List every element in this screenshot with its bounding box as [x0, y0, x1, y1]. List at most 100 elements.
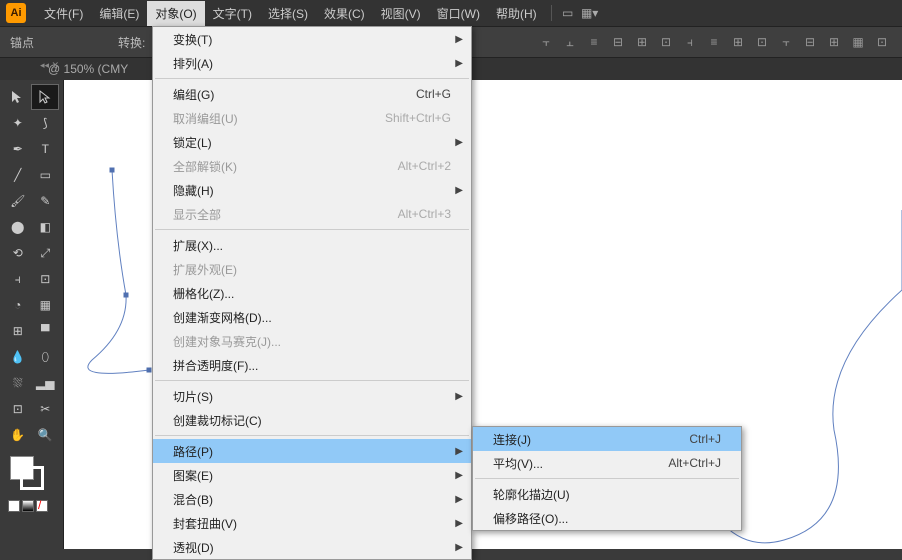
- menu-item[interactable]: 编辑(E): [91, 1, 147, 26]
- menu-item[interactable]: 创建渐变网格(D)...: [153, 305, 471, 329]
- menu-item[interactable]: 扩展(X)...: [153, 233, 471, 257]
- align-icon[interactable]: ⊟: [608, 32, 628, 52]
- stroke-swatch[interactable]: [20, 466, 44, 490]
- scale-tool[interactable]: ⤢: [32, 240, 60, 266]
- tab-handle-icon[interactable]: ◂◂ ✕: [40, 60, 59, 71]
- free-transform-tool[interactable]: ⊡: [32, 266, 60, 292]
- blob-brush-tool[interactable]: ⬤: [4, 214, 32, 240]
- align-icon[interactable]: ⊞: [632, 32, 652, 52]
- symbol-sprayer-tool[interactable]: ⛆: [4, 370, 32, 396]
- paintbrush-tool[interactable]: 🖌: [4, 188, 32, 214]
- menu-item-label: 隐藏(H): [173, 182, 214, 199]
- perspective-tool[interactable]: ▦: [32, 292, 60, 318]
- align-icon[interactable]: ▦: [848, 32, 868, 52]
- anchor-point[interactable]: [124, 293, 129, 298]
- rotate-tool[interactable]: ⟲: [4, 240, 32, 266]
- anchor-point[interactable]: [147, 368, 152, 373]
- none-mode-icon[interactable]: /: [36, 500, 48, 512]
- separator: [551, 5, 552, 21]
- align-icon[interactable]: ⫟: [536, 32, 556, 52]
- menu-item[interactable]: 锁定(L)▶: [153, 130, 471, 154]
- menu-item[interactable]: 文件(F): [36, 1, 91, 26]
- lasso-tool[interactable]: ⟆: [32, 110, 60, 136]
- submenu-item[interactable]: 轮廓化描边(U): [473, 482, 741, 506]
- submenu-item[interactable]: 平均(V)...Alt+Ctrl+J: [473, 451, 741, 475]
- magic-wand-tool[interactable]: ✦: [4, 110, 32, 136]
- align-icon[interactable]: ⫠: [560, 32, 580, 52]
- artboard-tool[interactable]: ⊡: [4, 396, 32, 422]
- menu-shortcut: Alt+Ctrl+2: [398, 159, 451, 173]
- menu-shortcut: Alt+Ctrl+3: [398, 207, 451, 221]
- graph-tool[interactable]: ▂▅: [32, 370, 60, 396]
- submenu-arrow-icon: ▶: [455, 185, 463, 196]
- align-icon[interactable]: ⊡: [872, 32, 892, 52]
- menu-item[interactable]: 变换(T)▶: [153, 27, 471, 51]
- rectangle-tool[interactable]: ▭: [32, 162, 60, 188]
- align-icons-group: ⫟ ⫠ ≡ ⊟ ⊞ ⊡ ⫞ ≡ ⊞ ⊡ ⫟ ⊟ ⊞ ▦ ⊡: [536, 32, 892, 52]
- menu-item-label: 排列(A): [173, 55, 213, 72]
- menu-item[interactable]: 拼合透明度(F)...: [153, 353, 471, 377]
- menu-item[interactable]: 创建裁切标记(C): [153, 408, 471, 432]
- menu-item[interactable]: 选择(S): [260, 1, 316, 26]
- menu-item[interactable]: 混合(B)▶: [153, 487, 471, 511]
- shape-builder-tool[interactable]: ◔: [4, 292, 32, 318]
- align-icon[interactable]: ≡: [704, 32, 724, 52]
- hand-tool[interactable]: ✋: [4, 422, 32, 448]
- menu-item[interactable]: 帮助(H): [488, 1, 545, 26]
- submenu-item[interactable]: 连接(J)Ctrl+J: [473, 427, 741, 451]
- align-icon[interactable]: ≡: [584, 32, 604, 52]
- blend-tool[interactable]: ⬯: [32, 344, 60, 370]
- mesh-tool[interactable]: ⊞: [4, 318, 32, 344]
- menu-item[interactable]: 透视(D)▶: [153, 535, 471, 559]
- pencil-tool[interactable]: ✎: [32, 188, 60, 214]
- align-icon[interactable]: ⊟: [800, 32, 820, 52]
- slice-tool[interactable]: ✂: [32, 396, 60, 422]
- menu-item[interactable]: 图案(E)▶: [153, 463, 471, 487]
- fill-stroke-swatch[interactable]: [4, 456, 59, 496]
- menu-bar: Ai 文件(F)编辑(E)对象(O)文字(T)选择(S)效果(C)视图(V)窗口…: [0, 0, 902, 26]
- eraser-tool[interactable]: ◧: [32, 214, 60, 240]
- menu-item[interactable]: 窗口(W): [429, 1, 488, 26]
- align-icon[interactable]: ⊞: [728, 32, 748, 52]
- align-icon[interactable]: ⫟: [776, 32, 796, 52]
- menu-item-label: 锁定(L): [173, 134, 212, 151]
- menu-item[interactable]: 切片(S)▶: [153, 384, 471, 408]
- gradient-tool[interactable]: ▀: [32, 318, 60, 344]
- zoom-tool[interactable]: 🔍: [32, 422, 60, 448]
- gradient-mode-icon[interactable]: [22, 500, 34, 512]
- menu-item[interactable]: 路径(P)▶: [153, 439, 471, 463]
- layout-icon[interactable]: ▭: [558, 5, 578, 21]
- submenu-arrow-icon: ▶: [455, 470, 463, 481]
- menu-item[interactable]: 排列(A)▶: [153, 51, 471, 75]
- menu-item[interactable]: 栅格化(Z)...: [153, 281, 471, 305]
- arrange-icon[interactable]: ▦▾: [580, 5, 600, 21]
- anchor-point[interactable]: [110, 168, 115, 173]
- menu-item-label: 创建裁切标记(C): [173, 412, 262, 429]
- menu-item[interactable]: 编组(G)Ctrl+G: [153, 82, 471, 106]
- selection-tool[interactable]: [4, 84, 31, 110]
- eyedropper-tool[interactable]: 💧: [4, 344, 32, 370]
- menu-item[interactable]: 隐藏(H) ▶: [153, 178, 471, 202]
- menu-shortcut: Ctrl+J: [689, 432, 721, 446]
- align-icon[interactable]: ⊡: [752, 32, 772, 52]
- pen-tool[interactable]: ✒: [4, 136, 32, 162]
- menu-item: 显示全部Alt+Ctrl+3: [153, 202, 471, 226]
- menu-item[interactable]: 对象(O): [147, 1, 204, 26]
- width-tool[interactable]: ⫞: [4, 266, 32, 292]
- color-mode-icon[interactable]: [8, 500, 20, 512]
- menu-item[interactable]: 封套扭曲(V)▶: [153, 511, 471, 535]
- align-icon[interactable]: ⊡: [656, 32, 676, 52]
- align-icon[interactable]: ⫞: [680, 32, 700, 52]
- line-tool[interactable]: ╱: [4, 162, 32, 188]
- submenu-arrow-icon: ▶: [455, 391, 463, 402]
- direct-selection-tool[interactable]: [31, 84, 60, 110]
- menu-item[interactable]: 效果(C): [316, 1, 373, 26]
- menu-item[interactable]: 视图(V): [373, 1, 429, 26]
- submenu-arrow-icon: ▶: [455, 446, 463, 457]
- menu-separator: [155, 435, 469, 436]
- document-tab-title[interactable]: @ 150% (CMY: [48, 62, 128, 76]
- menu-item[interactable]: 文字(T): [205, 1, 260, 26]
- submenu-item[interactable]: 偏移路径(O)...: [473, 506, 741, 530]
- type-tool[interactable]: T: [32, 136, 60, 162]
- align-icon[interactable]: ⊞: [824, 32, 844, 52]
